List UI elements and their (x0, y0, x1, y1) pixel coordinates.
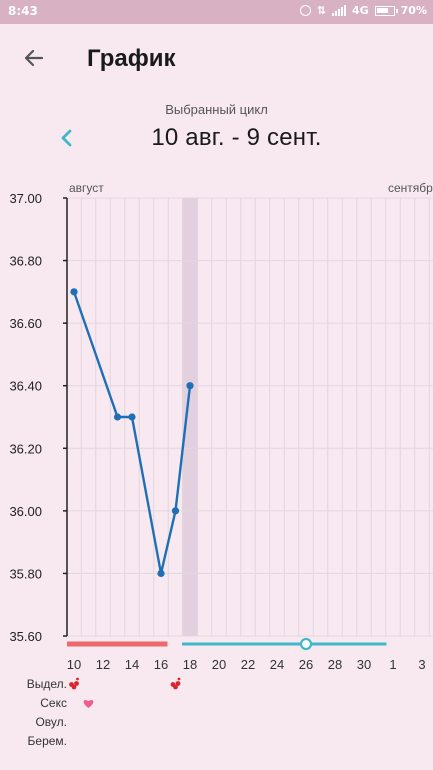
y-tick-label: 36.40 (9, 379, 42, 394)
app-bar: График (0, 24, 433, 90)
row-label-ovulation: Овул. (35, 715, 67, 729)
data-point[interactable] (157, 569, 165, 578)
x-tick-label: 14 (125, 657, 139, 672)
data-point[interactable] (171, 507, 180, 515)
y-tick-label: 36.60 (9, 316, 42, 331)
x-tick-label: 26 (299, 657, 313, 672)
page-title: График (87, 45, 176, 72)
y-tick-label: 37.00 (9, 191, 42, 206)
period-bar (67, 641, 168, 647)
status-time: 8:43 (8, 4, 38, 18)
x-tick-label: 18 (183, 657, 197, 672)
cycle-caption: Выбранный цикл (165, 102, 268, 117)
battery-level: 70% (400, 4, 427, 17)
cycle-range: 10 авг. - 9 сент. (151, 124, 322, 151)
data-point[interactable] (186, 382, 194, 390)
x-tick-label: 12 (96, 657, 110, 672)
y-tick-label: 36.00 (9, 504, 42, 519)
arrow-left-icon (24, 49, 44, 67)
blood-drops-icon (170, 677, 181, 690)
alarm-icon (299, 5, 311, 16)
x-tick-label: 20 (212, 657, 226, 672)
series-line (72, 291, 192, 575)
row-label-pregnancy: Берем. (28, 734, 67, 748)
x-tick-label: 28 (328, 657, 342, 672)
data-point[interactable] (70, 288, 78, 296)
cycle-bars (67, 637, 387, 651)
heart-icon (83, 700, 94, 708)
temperature-chart: 37.00 36.80 36.60 36.40 36.20 36.00 35.80 35.60… (9, 181, 433, 748)
row-label-discharge: Выдел. (27, 677, 67, 691)
data-transfer-icon: ⇅ (316, 4, 326, 17)
blood-drops-icon (69, 677, 79, 690)
month-label-september: сентябр (388, 181, 433, 195)
x-tick-label: 3 (418, 657, 425, 672)
signal-icon (331, 5, 346, 16)
battery-icon (374, 5, 398, 16)
x-tick-label: 30 (357, 657, 371, 672)
status-bar: 8:43 ⇅ 4G 70% (0, 0, 433, 24)
network-type: 4G (351, 4, 369, 17)
x-ticks: 10 12 14 16 18 20 22 24 26 28 30 1 3 (67, 657, 426, 672)
status-icons: ⇅ 4G 70% (299, 4, 427, 17)
drop (71, 684, 77, 690)
y-tick-label: 35.60 (9, 629, 42, 644)
ovulation-marker[interactable] (299, 637, 313, 651)
row-label-sex: Секс (40, 696, 67, 710)
data-point[interactable] (128, 413, 136, 421)
back-button[interactable] (12, 36, 56, 80)
month-label-august: август (69, 181, 104, 195)
drop (76, 677, 79, 681)
highlight-column (182, 198, 198, 636)
x-tick-label: 24 (270, 657, 284, 672)
data-point[interactable] (113, 413, 122, 421)
series (70, 288, 194, 578)
cycle-bar (182, 642, 387, 646)
y-tick-label: 36.80 (9, 254, 42, 269)
y-tick-label: 35.80 (9, 566, 42, 581)
x-tick-label: 16 (154, 657, 168, 672)
x-tick-label: 10 (67, 657, 81, 672)
x-tick-label: 22 (241, 657, 255, 672)
y-ticks: 37.00 36.80 36.60 36.40 36.20 36.00 35.80 35.60 (9, 191, 67, 644)
x-tick-label: 1 (389, 657, 396, 672)
drop (177, 677, 181, 681)
drop (173, 684, 178, 690)
y-tick-label: 36.20 (9, 441, 42, 456)
day-markers (69, 677, 181, 708)
